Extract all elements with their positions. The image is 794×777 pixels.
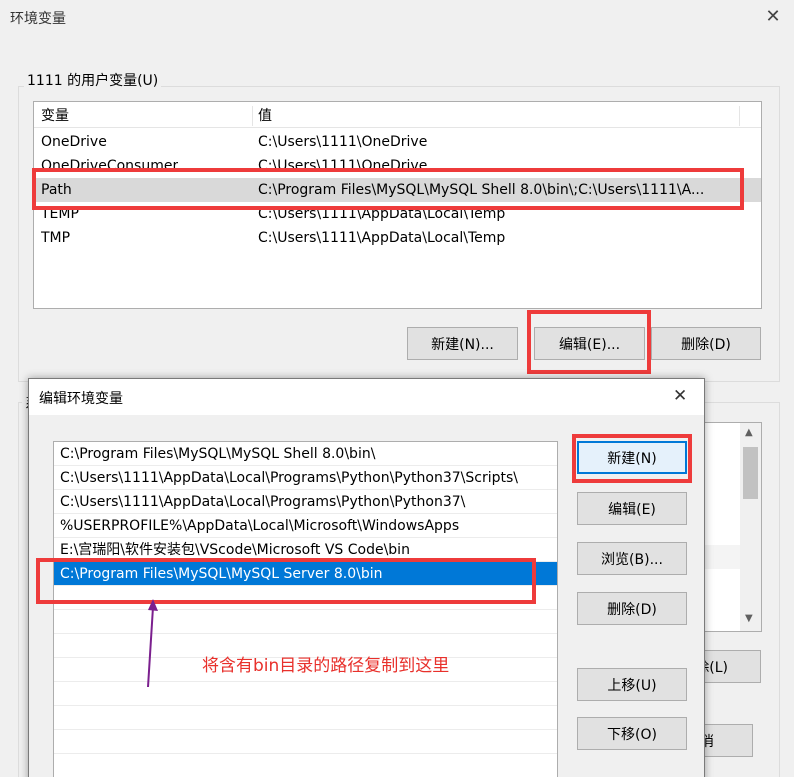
list-item[interactable]: C:\Program Files\MySQL\MySQL Shell 8.0\b… bbox=[54, 442, 557, 466]
user-new-button[interactable]: 新建(N)... bbox=[407, 327, 518, 360]
dialog-move-up-button[interactable]: 上移(U) bbox=[577, 668, 687, 701]
dialog-move-down-button[interactable]: 下移(O) bbox=[577, 717, 687, 750]
annotation-arrow bbox=[147, 599, 158, 688]
user-vars-list-header: 变量 值 bbox=[34, 102, 761, 128]
scrollbar-thumb[interactable] bbox=[743, 447, 758, 499]
list-item[interactable] bbox=[54, 682, 557, 706]
var-value: C:\Users\1111\AppData\Local\Temp bbox=[258, 230, 506, 246]
column-divider bbox=[739, 106, 740, 126]
column-divider[interactable] bbox=[252, 106, 253, 126]
var-value: C:\Users\1111\OneDrive bbox=[258, 134, 428, 150]
scroll-up-icon[interactable]: ▲ bbox=[745, 427, 753, 438]
edit-button-highlight-box bbox=[527, 310, 651, 374]
user-vars-group-label: 1111 的用户变量(U) bbox=[24, 70, 162, 90]
dialog-browse-button[interactable]: 浏览(B)... bbox=[577, 542, 687, 575]
dialog-close-icon[interactable]: ✕ bbox=[673, 386, 687, 406]
dialog-title: 编辑环境变量 bbox=[39, 391, 123, 407]
list-item[interactable] bbox=[54, 730, 557, 754]
close-icon[interactable]: ✕ bbox=[762, 6, 784, 28]
var-name: OneDrive bbox=[41, 134, 107, 150]
system-vars-list[interactable]: ▲ ▼ bbox=[700, 422, 762, 632]
column-header-name[interactable]: 变量 bbox=[41, 104, 69, 128]
list-item[interactable]: C:\Users\1111\AppData\Local\Programs\Pyt… bbox=[54, 466, 557, 490]
window-title: 环境变量 bbox=[10, 11, 66, 27]
list-item[interactable] bbox=[54, 706, 557, 730]
list-item[interactable]: %USERPROFILE%\AppData\Local\Microsoft\Wi… bbox=[54, 514, 557, 538]
list-item[interactable] bbox=[701, 545, 741, 569]
table-row[interactable]: OneDrive C:\Users\1111\OneDrive bbox=[34, 130, 761, 154]
list-item[interactable] bbox=[54, 610, 557, 634]
system-vars-scrollbar[interactable]: ▲ ▼ bbox=[740, 423, 761, 631]
scroll-down-icon[interactable]: ▼ bbox=[745, 613, 753, 624]
table-row[interactable]: TMP C:\Users\1111\AppData\Local\Temp bbox=[34, 226, 761, 250]
path-list[interactable]: C:\Program Files\MySQL\MySQL Shell 8.0\b… bbox=[53, 441, 558, 777]
list-item[interactable]: C:\Users\1111\AppData\Local\Programs\Pyt… bbox=[54, 490, 557, 514]
edit-env-var-dialog: 编辑环境变量 ✕ C:\Program Files\MySQL\MySQL Sh… bbox=[28, 378, 705, 777]
column-header-value[interactable]: 值 bbox=[258, 104, 272, 128]
user-delete-button[interactable]: 删除(D) bbox=[651, 327, 761, 360]
new-path-highlight-box bbox=[36, 558, 536, 604]
var-name: TMP bbox=[41, 230, 71, 246]
dialog-edit-button[interactable]: 编辑(E) bbox=[577, 492, 687, 525]
dialog-title-bar: 编辑环境变量 ✕ bbox=[29, 379, 704, 415]
path-row-highlight-box bbox=[32, 168, 744, 210]
new-button-highlight-box bbox=[572, 434, 692, 483]
environment-variables-screen: 环境变量 ✕ 1111 的用户变量(U) 变量 值 OneDrive C:\Us… bbox=[0, 0, 794, 777]
dialog-delete-button[interactable]: 删除(D) bbox=[577, 592, 687, 625]
annotation-text: 将含有bin目录的路径复制到这里 bbox=[202, 656, 450, 676]
